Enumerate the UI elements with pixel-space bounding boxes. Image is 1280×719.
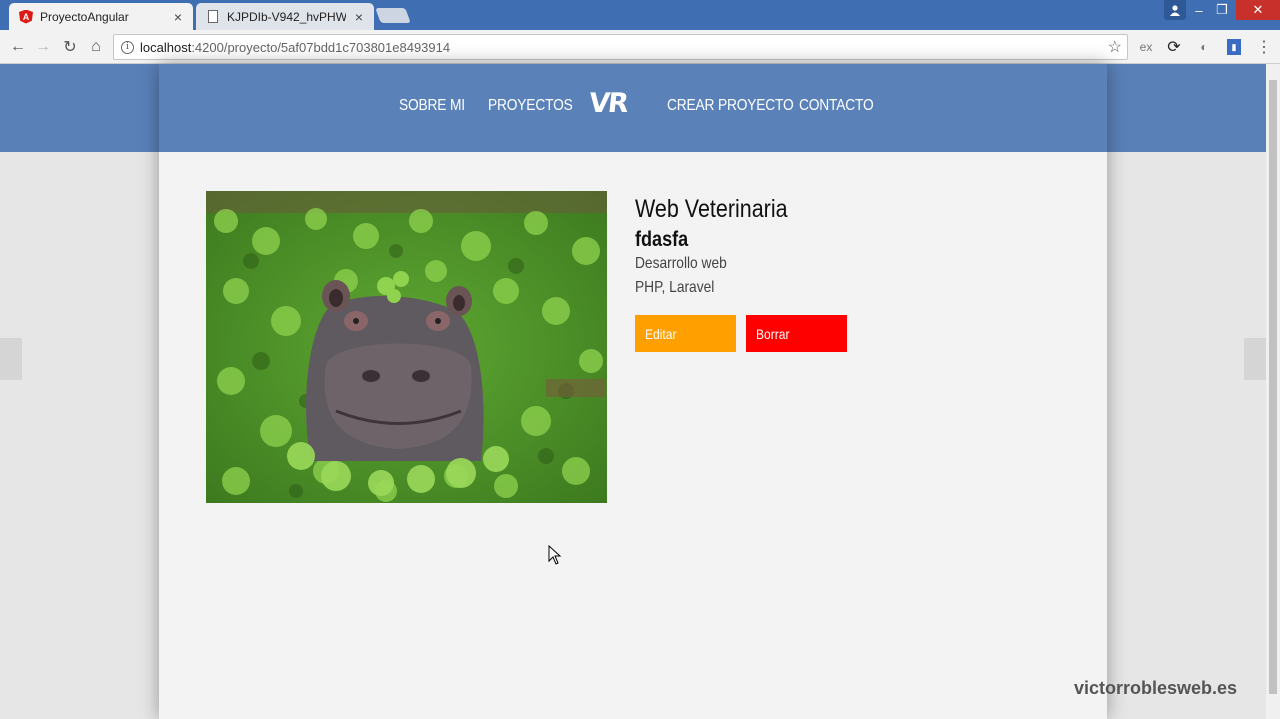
extension-icon[interactable]: ◐ [1194, 37, 1214, 57]
site-logo[interactable]: VR [587, 88, 628, 119]
address-bar[interactable]: i localhost:4200/proyecto/5af07bdd1c7038… [113, 34, 1128, 60]
scrollbar-thumb[interactable] [1269, 80, 1277, 694]
site-container: SOBRE MI PROYECTOS VR CREAR PROYECTO CON… [159, 64, 1107, 719]
tab-proyecto-angular[interactable]: A ProyectoAngular × [9, 3, 193, 30]
extension-ex-icon[interactable]: ex [1136, 37, 1156, 57]
main-nav: SOBRE MI PROYECTOS VR CREAR PROYECTO CON… [159, 64, 1107, 152]
project-name: fdasfa [635, 228, 689, 251]
browser-titlebar: A ProyectoAngular × KJPDIb-V942_hvPHWn_S… [0, 0, 1280, 30]
nav-link-contacto[interactable]: CONTACTO [799, 97, 874, 115]
next-arrow[interactable] [1244, 338, 1266, 380]
close-icon[interactable]: × [171, 9, 185, 25]
watermark: victorroblesweb.es [1074, 678, 1238, 698]
reload-button[interactable]: ↻ [59, 36, 81, 58]
maximize-button[interactable]: ❐ [1210, 0, 1234, 20]
sync-icon[interactable]: ⟳ [1164, 37, 1184, 57]
url-text[interactable]: localhost:4200/proyecto/5af07bdd1c703801… [140, 40, 450, 55]
minimize-button[interactable]: – [1188, 0, 1210, 20]
project-langs: PHP, Laravel [635, 279, 715, 296]
bookmark-star-icon[interactable]: ☆ [1108, 37, 1122, 57]
site-header: SOBRE MI PROYECTOS VR CREAR PROYECTO CON… [159, 64, 1107, 152]
document-icon [206, 10, 220, 24]
home-button[interactable]: ⌂ [85, 36, 107, 58]
edit-button[interactable]: Editar [635, 315, 736, 352]
tab-title: ProyectoAngular [40, 9, 129, 24]
nav-link-proyectos[interactable]: PROYECTOS [488, 97, 573, 115]
nav-link-crear-proyecto[interactable]: CREAR PROYECTO [667, 97, 794, 115]
project-category: Desarrollo web [635, 255, 727, 272]
mouse-cursor-icon [548, 545, 562, 565]
menu-icon[interactable]: ⋮ [1254, 37, 1274, 57]
close-icon[interactable]: × [352, 9, 366, 25]
tab-video[interactable]: KJPDIb-V942_hvPHWn_S × [196, 3, 374, 30]
delete-button-label: Borrar [756, 326, 790, 342]
extension-blue-icon[interactable]: ▮ [1227, 39, 1241, 55]
new-tab-button[interactable] [375, 8, 411, 23]
tab-title: KJPDIb-V942_hvPHWn_S [227, 9, 346, 24]
back-button[interactable]: ← [7, 36, 29, 58]
window-close-button[interactable]: ✕ [1236, 0, 1280, 20]
angular-icon: A [19, 9, 33, 24]
info-icon[interactable]: i [121, 41, 134, 54]
prev-arrow[interactable] [0, 338, 22, 380]
project-image [206, 191, 607, 503]
project-title: Web Veterinaria [635, 195, 788, 223]
nav-link-sobre-mi[interactable]: SOBRE MI [399, 97, 465, 115]
browser-toolbar: ← → ↻ ⌂ i localhost:4200/proyecto/5af07b… [0, 30, 1280, 64]
user-icon[interactable] [1164, 0, 1186, 20]
delete-button[interactable]: Borrar [746, 315, 847, 352]
forward-button[interactable]: → [32, 36, 54, 58]
edit-button-label: Editar [645, 326, 677, 342]
scrollbar[interactable] [1266, 64, 1280, 719]
